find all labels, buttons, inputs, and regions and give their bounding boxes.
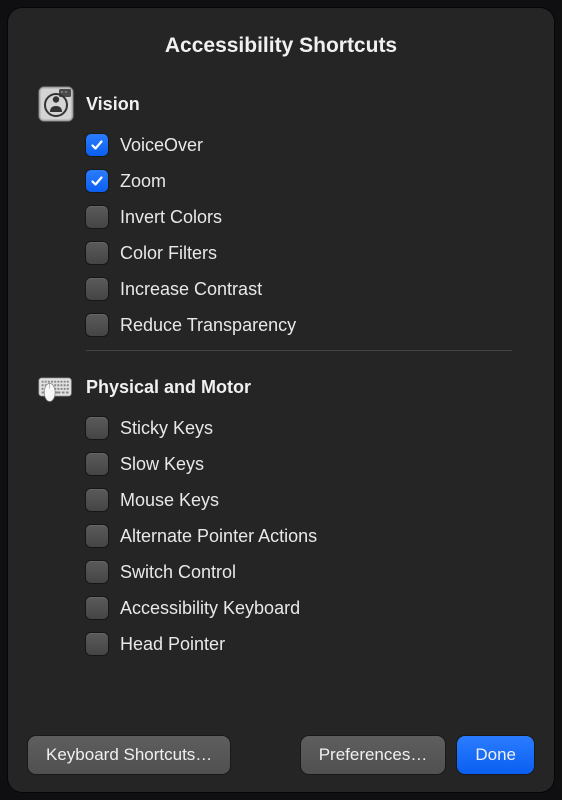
vision-option-list: VoiceOver Zoom Invert Colors Color Filters I… <box>86 134 534 336</box>
option-row: Sticky Keys <box>86 417 534 439</box>
checkbox[interactable] <box>86 242 108 264</box>
physical-motor-icon <box>38 369 74 405</box>
option-label: Head Pointer <box>120 634 225 655</box>
option-label: VoiceOver <box>120 135 203 156</box>
section-vision-header: Vision <box>38 86 534 122</box>
section-vision: Vision VoiceOver Zoom Invert Colors Color F… <box>38 86 534 336</box>
option-row: Increase Contrast <box>86 278 534 300</box>
section-physical-header: Physical and Motor <box>38 369 534 405</box>
option-row: Slow Keys <box>86 453 534 475</box>
checkbox[interactable] <box>86 278 108 300</box>
checkbox[interactable] <box>86 170 108 192</box>
section-physical-title: Physical and Motor <box>86 377 251 398</box>
checkbox[interactable] <box>86 453 108 475</box>
option-row: Mouse Keys <box>86 489 534 511</box>
physical-option-list: Sticky Keys Slow Keys Mouse Keys Alternate … <box>86 417 534 655</box>
option-row: Color Filters <box>86 242 534 264</box>
option-row: Alternate Pointer Actions <box>86 525 534 547</box>
panel-title: Accessibility Shortcuts <box>28 34 534 58</box>
keyboard-shortcuts-button[interactable]: Keyboard Shortcuts… <box>28 736 230 774</box>
checkbox[interactable] <box>86 633 108 655</box>
checkbox[interactable] <box>86 561 108 583</box>
option-row: Head Pointer <box>86 633 534 655</box>
option-label: Slow Keys <box>120 454 204 475</box>
option-row: Reduce Transparency <box>86 314 534 336</box>
option-label: Zoom <box>120 171 166 192</box>
checkbox[interactable] <box>86 134 108 156</box>
footer-buttons: Keyboard Shortcuts… Preferences… Done <box>28 724 534 774</box>
preferences-button[interactable]: Preferences… <box>301 736 446 774</box>
option-label: Color Filters <box>120 243 217 264</box>
section-divider <box>86 350 512 351</box>
option-label: Sticky Keys <box>120 418 213 439</box>
content-area: Vision VoiceOver Zoom Invert Colors Color F… <box>28 86 534 724</box>
checkbox[interactable] <box>86 597 108 619</box>
option-row: Invert Colors <box>86 206 534 228</box>
done-button[interactable]: Done <box>457 736 534 774</box>
vision-icon <box>38 86 74 122</box>
option-row: Switch Control <box>86 561 534 583</box>
checkbox[interactable] <box>86 525 108 547</box>
checkbox[interactable] <box>86 417 108 439</box>
section-vision-title: Vision <box>86 94 140 115</box>
option-label: Accessibility Keyboard <box>120 598 300 619</box>
option-label: Alternate Pointer Actions <box>120 526 317 547</box>
checkbox[interactable] <box>86 206 108 228</box>
accessibility-shortcuts-panel: Accessibility Shortcuts Vision <box>8 8 554 792</box>
checkbox[interactable] <box>86 489 108 511</box>
option-label: Reduce Transparency <box>120 315 296 336</box>
option-label: Switch Control <box>120 562 236 583</box>
option-row: Zoom <box>86 170 534 192</box>
option-row: Accessibility Keyboard <box>86 597 534 619</box>
option-label: Invert Colors <box>120 207 222 228</box>
option-label: Increase Contrast <box>120 279 262 300</box>
checkbox[interactable] <box>86 314 108 336</box>
section-physical: Physical and Motor Sticky Keys Slow Keys M… <box>38 369 534 655</box>
option-row: VoiceOver <box>86 134 534 156</box>
option-label: Mouse Keys <box>120 490 219 511</box>
